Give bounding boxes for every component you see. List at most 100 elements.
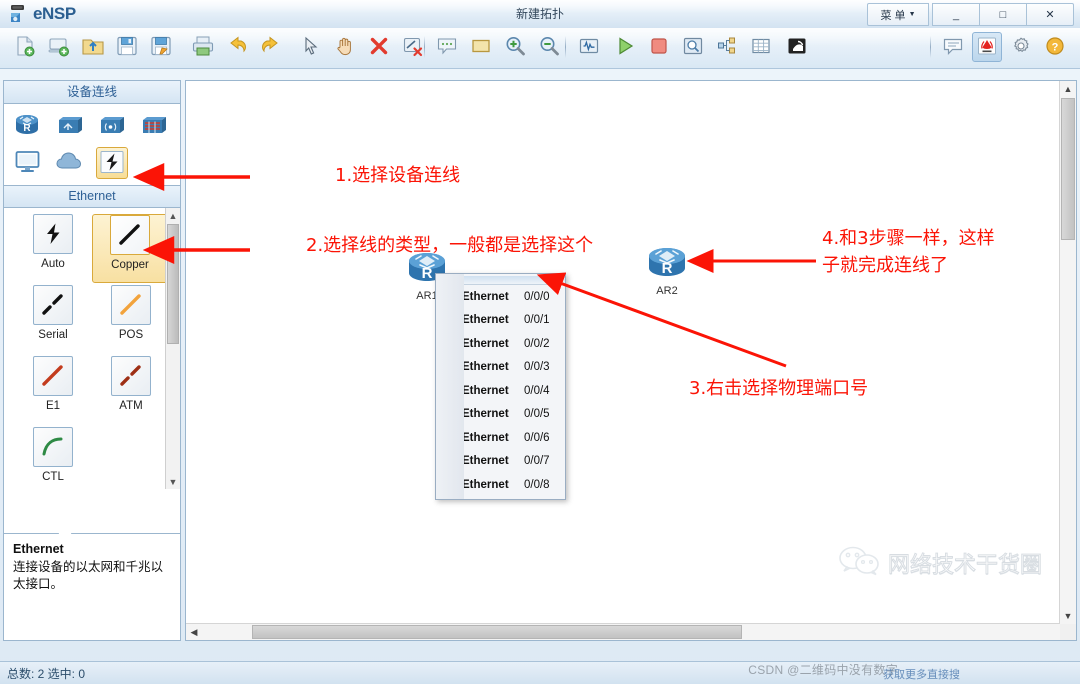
port-name: Ethernet: [462, 431, 509, 444]
new-device-icon: [47, 34, 71, 61]
router-ar2[interactable]: R AR2: [644, 244, 690, 297]
context-menu-item-ethernet-0[interactable]: Ethernet 0/0/0: [436, 285, 565, 309]
print-button[interactable]: [188, 32, 218, 62]
cloud-category-icon-button[interactable]: [54, 147, 86, 179]
context-menu-item-ethernet-1[interactable]: Ethernet 0/0/1: [436, 309, 565, 333]
zoom-in-button[interactable]: [500, 32, 530, 62]
cable-item-ctl[interactable]: CTL: [14, 427, 92, 489]
terminal-category-icon-button[interactable]: [12, 147, 44, 179]
port-number: 0/0/2: [524, 337, 550, 350]
topology-tree-icon: [716, 35, 738, 60]
delete-button[interactable]: [364, 32, 394, 62]
context-menu-item-ethernet-6[interactable]: Ethernet 0/0/6: [436, 426, 565, 450]
canvas-horizontal-scrollbar[interactable]: ◀: [186, 623, 1060, 640]
port-icon: [440, 384, 456, 398]
help-button[interactable]: ?: [1040, 32, 1070, 62]
router-category-icon-button[interactable]: R: [12, 111, 44, 143]
svg-text:?: ?: [1052, 41, 1059, 53]
connection-category-icon-button[interactable]: [96, 147, 128, 179]
canvas-scroll-left-icon[interactable]: ◀: [186, 624, 202, 640]
canvas-scroll-down-icon[interactable]: ▼: [1060, 608, 1076, 624]
comment-button[interactable]: [432, 32, 462, 62]
start-all-devices-button[interactable]: [610, 32, 640, 62]
zoom-out-icon: [538, 35, 560, 60]
settings-button[interactable]: [1006, 32, 1036, 62]
device-category-grid: R: [4, 104, 180, 185]
undo-button[interactable]: [222, 32, 252, 62]
router-ar2-icon: R: [644, 244, 690, 284]
cable-list-scrollbar[interactable]: ▲ ▼: [165, 208, 180, 489]
save-icon: [115, 34, 139, 61]
save-button[interactable]: [112, 32, 142, 62]
help-icon: ?: [1044, 35, 1066, 60]
atm-cable-icon: [111, 356, 151, 396]
port-number: 0/0/6: [524, 431, 550, 444]
maximize-button[interactable]: □: [979, 3, 1027, 26]
copper-cable-icon: [110, 215, 150, 255]
play-icon: [614, 35, 636, 60]
capture-packet-button[interactable]: [574, 32, 604, 62]
firewall-category-icon-button[interactable]: [138, 111, 170, 143]
close-button[interactable]: ✕: [1026, 3, 1074, 26]
switch-category-icon-button[interactable]: [54, 111, 86, 143]
context-menu-item-ethernet-7[interactable]: Ethernet 0/0/7: [436, 450, 565, 474]
cable-item-copper[interactable]: Copper: [92, 214, 168, 283]
cable-label: CTL: [42, 471, 64, 483]
port-name: Ethernet: [462, 408, 509, 421]
router-ar2-label: AR2: [656, 285, 678, 297]
new-topology-button[interactable]: [10, 32, 40, 62]
topology-canvas[interactable]: R AR1 R AR2 Ethernet 0/0/0 Ethernet 0/0/…: [186, 81, 1060, 624]
new-device-button[interactable]: [44, 32, 74, 62]
canvas-vertical-scrollbar[interactable]: ▲ ▼: [1059, 81, 1076, 624]
scrollbar-thumb[interactable]: [167, 224, 179, 344]
stop-all-devices-button[interactable]: [644, 32, 674, 62]
context-menu-item-ethernet-8[interactable]: Ethernet 0/0/8: [436, 473, 565, 497]
connection-category-icon: [99, 150, 125, 177]
description-tooltip-box: Ethernet 连接设备的以太网和千兆以太接口。: [3, 527, 181, 641]
canvas-vscroll-thumb[interactable]: [1061, 98, 1075, 240]
minimize-button[interactable]: _: [932, 3, 980, 26]
context-menu-item-ethernet-3[interactable]: Ethernet 0/0/3: [436, 356, 565, 380]
menu-button[interactable]: 菜 单 ▼: [867, 3, 929, 26]
device-category-row: [4, 145, 180, 181]
port-icon: [440, 337, 456, 351]
ensp-application-window: eNSP 新建拓扑 菜 单 ▼ _ □ ✕ ? 设备连线 R Ethernet …: [0, 0, 1080, 684]
context-menu-item-ethernet-2[interactable]: Ethernet 0/0/2: [436, 332, 565, 356]
rectangle-icon: [470, 35, 492, 60]
screenshot-button[interactable]: [782, 32, 812, 62]
cable-item-auto[interactable]: Auto: [14, 214, 92, 285]
capture-packet-icon: [578, 35, 600, 60]
canvas-hscroll-thumb[interactable]: [252, 625, 742, 639]
search-device-button[interactable]: [678, 32, 708, 62]
save-as-button[interactable]: [146, 32, 176, 62]
topology-tree-button[interactable]: [712, 32, 742, 62]
rectangle-button[interactable]: [466, 32, 496, 62]
zoom-in-icon: [504, 35, 526, 60]
open-folder-button[interactable]: [78, 32, 108, 62]
port-number: 0/0/7: [524, 455, 550, 468]
cable-label: POS: [118, 329, 144, 341]
canvas-scroll-up-icon[interactable]: ▲: [1060, 81, 1076, 97]
cloud-category-icon: [55, 150, 85, 177]
hand-pan-button[interactable]: [330, 32, 360, 62]
scroll-up-arrow-icon[interactable]: ▲: [166, 208, 180, 223]
minimize-icon: _: [952, 8, 960, 21]
context-menu-item-ethernet-5[interactable]: Ethernet 0/0/5: [436, 403, 565, 427]
zoom-out-button[interactable]: [534, 32, 564, 62]
huawei-button[interactable]: [972, 32, 1002, 62]
cable-item-pos[interactable]: POS: [92, 285, 170, 356]
scroll-down-arrow-icon[interactable]: ▼: [166, 474, 180, 489]
grid-button[interactable]: [746, 32, 776, 62]
context-menu-item-ethernet-4[interactable]: Ethernet 0/0/4: [436, 379, 565, 403]
feedback-button[interactable]: [938, 32, 968, 62]
cable-item-e1[interactable]: E1: [14, 356, 92, 427]
redo-button[interactable]: [256, 32, 286, 62]
cable-item-serial[interactable]: Serial: [14, 285, 92, 356]
description-body: 连接设备的以太网和千兆以太接口。: [13, 560, 164, 591]
select-pointer-button[interactable]: [296, 32, 326, 62]
save-as-icon: [149, 34, 173, 61]
port-context-menu[interactable]: Ethernet 0/0/0 Ethernet 0/0/1 Ethernet 0…: [435, 273, 566, 500]
cable-item-atm[interactable]: ATM: [92, 356, 170, 427]
wlan-category-icon-button[interactable]: [96, 111, 128, 143]
menu-button-label: 菜 单: [880, 9, 906, 22]
